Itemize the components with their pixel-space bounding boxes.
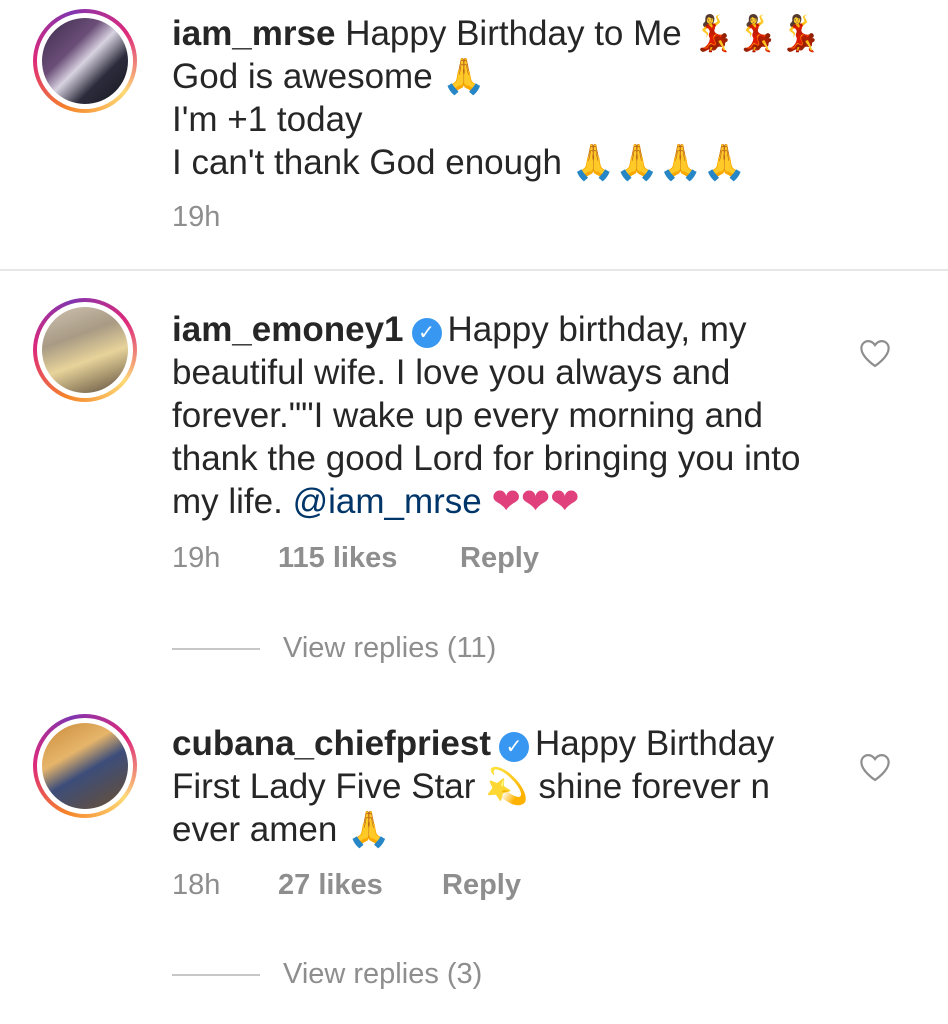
caption-timestamp: 19h xyxy=(172,201,221,233)
comment-2-username[interactable]: cubana_chiefpriest xyxy=(172,724,491,763)
comment-2-text: cubana_chiefpriest ✓ Happy Birthday First … xyxy=(172,722,822,851)
comment-1-likes[interactable]: 115 likes xyxy=(278,541,397,575)
avatar-image xyxy=(42,18,128,104)
comment-1-text: iam_emoney1 ✓ Happy birthday, my beautiful… xyxy=(172,308,822,523)
avatar-comment-1[interactable] xyxy=(33,298,137,402)
caption-text: iam_mrse Happy Birthday to Me 💃💃💃 God is… xyxy=(172,12,912,184)
comment-1-view-replies[interactable]: View replies (11) xyxy=(283,631,496,665)
caption-line3: I'm +1 today xyxy=(172,100,363,139)
caption-line1: Happy Birthday to Me xyxy=(345,14,682,53)
caption-divider xyxy=(0,269,948,271)
heart-outline-icon[interactable] xyxy=(858,752,892,782)
verified-badge-icon: ✓ xyxy=(411,318,442,348)
comment-1-timestamp: 19h xyxy=(172,542,221,574)
dancer-emoji: 💃💃💃 xyxy=(691,14,823,53)
heart-emoji: ❤❤❤ xyxy=(491,482,580,521)
comment-2-timestamp: 18h xyxy=(172,869,221,901)
avatar-image xyxy=(42,723,128,809)
comment-2-reply-button[interactable]: Reply xyxy=(442,868,521,902)
heart-outline-icon[interactable] xyxy=(858,338,892,368)
avatar-comment-2[interactable] xyxy=(33,714,137,818)
pray-emoji: 🙏 xyxy=(347,810,391,849)
comment-2-view-replies[interactable]: View replies (3) xyxy=(283,957,482,991)
replies-divider-line xyxy=(172,974,260,976)
comment-1-username[interactable]: iam_emoney1 xyxy=(172,310,404,349)
avatar-caption[interactable] xyxy=(33,9,137,113)
caption-line4: I can't thank God enough xyxy=(172,143,563,182)
comment-2-likes[interactable]: 27 likes xyxy=(278,868,383,902)
avatar-image xyxy=(42,307,128,393)
caption-line2: God is awesome xyxy=(172,57,433,96)
verified-badge-icon: ✓ xyxy=(499,732,529,762)
pray-emoji: 🙏 xyxy=(442,57,486,96)
comment-1-reply-button[interactable]: Reply xyxy=(460,541,539,575)
replies-divider-line xyxy=(172,648,260,650)
dizzy-star-emoji: 💫 xyxy=(485,767,529,806)
mention-link[interactable]: @iam_mrse xyxy=(293,482,482,521)
pray-emoji-row: 🙏🙏🙏🙏 xyxy=(571,143,747,182)
caption-username[interactable]: iam_mrse xyxy=(172,14,335,53)
